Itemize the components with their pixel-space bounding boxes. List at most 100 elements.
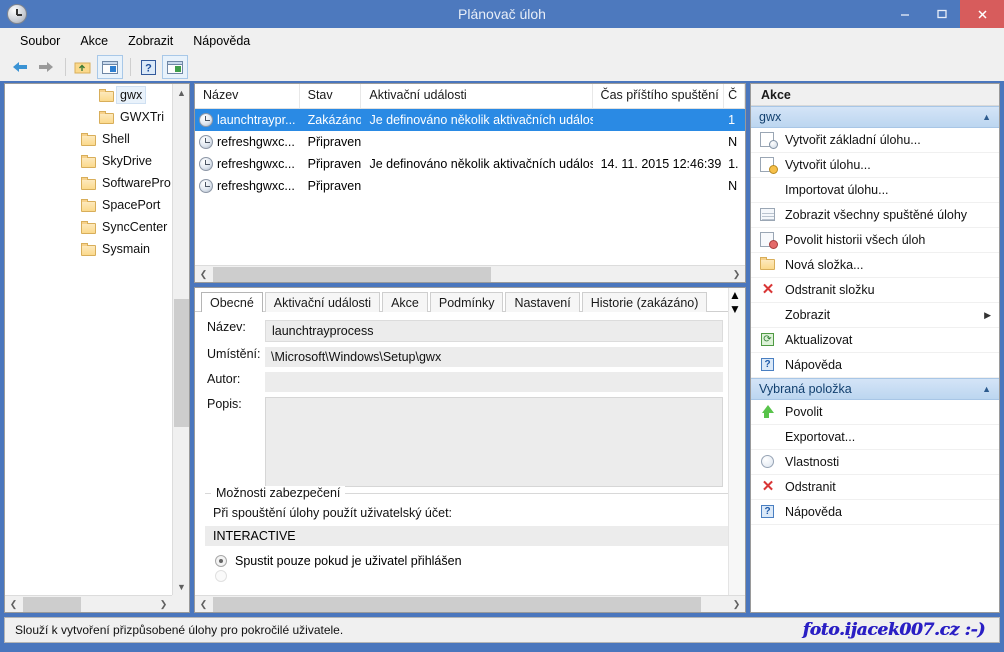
table-row[interactable]: refreshgwxc...PřipravenoN	[195, 175, 745, 197]
actions-group-header-gwx[interactable]: gwx▲	[751, 106, 999, 128]
chevron-up-icon[interactable]: ▲	[982, 112, 991, 122]
cell-last-run: 1.	[724, 157, 745, 171]
tree-hscroll-thumb[interactable]	[23, 597, 81, 612]
tree-horizontal-scrollbar[interactable]: ❮ ❯	[5, 595, 172, 612]
chevron-up-icon[interactable]: ▲	[982, 384, 991, 394]
back-arrow-icon[interactable]	[8, 56, 32, 78]
table-row[interactable]: refreshgwxc...PřipravenoN	[195, 131, 745, 153]
task-scheduler-window: Plánovač úloh Soubor Akce Zobrazit Nápov…	[0, 0, 1004, 652]
forward-arrow-icon[interactable]	[34, 56, 58, 78]
description-value[interactable]	[265, 397, 723, 487]
scroll-right-icon[interactable]: ❯	[155, 596, 172, 613]
action-item-aktualizovat[interactable]: ⟳Aktualizovat	[751, 328, 999, 353]
menu-soubor[interactable]: Soubor	[10, 31, 70, 51]
column-header-state[interactable]: Stav	[300, 84, 362, 108]
radio-run-only-when-logged-on[interactable]: Spustit pouze pokud je uživatel přihláše…	[205, 552, 735, 568]
action-item-importovat-lohu[interactable]: Importovat úlohu...	[751, 178, 999, 203]
cell-triggers: Je definováno několik aktivačních událos…	[361, 113, 592, 127]
tab-akce[interactable]: Akce	[382, 292, 428, 312]
actions-pane: Akce gwx▲Vytvořit základní úlohu...Vytvo…	[750, 83, 1000, 613]
list-hscroll-thumb[interactable]	[213, 267, 491, 282]
task-clock-icon	[199, 179, 213, 193]
detail-scroll-left-icon[interactable]: ❮	[195, 596, 212, 613]
tab-obecn-[interactable]: Obecné	[201, 292, 263, 312]
close-button[interactable]	[960, 0, 1004, 28]
menu-zobrazit[interactable]: Zobrazit	[118, 31, 183, 51]
tree-item-gwx[interactable]: gwx	[5, 84, 172, 106]
action-item-nov-slo-ka[interactable]: Nová složka...	[751, 253, 999, 278]
tab-aktiva-n-ud-losti[interactable]: Aktivační události	[265, 292, 380, 312]
tab-historie-zak-z-no-[interactable]: Historie (zakázáno)	[582, 292, 708, 312]
detail-vertical-scrollbar[interactable]: ▲ ▼	[728, 288, 745, 595]
detail-scroll-up-icon[interactable]: ▲	[729, 288, 745, 302]
detail-scroll-down-icon[interactable]: ▼	[729, 302, 745, 316]
action-item-label: Povolit	[785, 405, 999, 419]
tree-item-spaceport[interactable]: SpacePort	[5, 194, 172, 216]
action-item-label: Vytvořit základní úlohu...	[785, 133, 999, 147]
toolbar: ?	[0, 53, 1004, 81]
column-header-next-run[interactable]: Čas příštího spuštění	[593, 84, 725, 108]
action-item-label: Odstranit	[785, 480, 999, 494]
scroll-up-icon[interactable]: ▲	[173, 84, 190, 101]
cell-last-run: 1	[724, 113, 745, 127]
minimize-button[interactable]	[886, 0, 923, 28]
table-row[interactable]: refreshgwxc...PřipravenoJe definováno ně…	[195, 153, 745, 175]
tab-nastaven-[interactable]: Nastavení	[505, 292, 579, 312]
show-action-pane-icon[interactable]	[162, 55, 188, 79]
show-console-tree-icon[interactable]	[97, 55, 123, 79]
action-item-povolit-historii-v-ech-loh[interactable]: Povolit historii všech úloh	[751, 228, 999, 253]
no-icon	[759, 307, 777, 323]
detail-horizontal-scrollbar[interactable]: ❮ ❯	[195, 595, 745, 612]
tree-vertical-scrollbar[interactable]: ▲ ▼	[172, 84, 189, 595]
menu-napoveda[interactable]: Nápověda	[183, 31, 260, 51]
action-item-vytvo-it-lohu[interactable]: Vytvořit úlohu...	[751, 153, 999, 178]
scroll-left-icon[interactable]: ❮	[5, 596, 22, 613]
tree-item-gwxtri[interactable]: GWXTri	[5, 106, 172, 128]
detail-scroll-right-icon[interactable]: ❯	[728, 596, 745, 613]
list-horizontal-scrollbar[interactable]: ❮ ❯	[195, 265, 745, 282]
status-text: Slouží k vytvoření přizpůsobené úlohy pr…	[15, 623, 803, 637]
name-value[interactable]: launchtrayprocess	[265, 320, 723, 342]
up-folder-icon[interactable]	[71, 56, 95, 78]
tab-podm-nky[interactable]: Podmínky	[430, 292, 504, 312]
action-item-zobrazit[interactable]: Zobrazit▶	[751, 303, 999, 328]
action-item-zobrazit-v-echny-spu-t-n-lohy[interactable]: Zobrazit všechny spuštěné úlohy	[751, 203, 999, 228]
maximize-button[interactable]	[923, 0, 960, 28]
tree-item-softwarepro[interactable]: SoftwarePro	[5, 172, 172, 194]
tree-item-sysmain[interactable]: Sysmain	[5, 238, 172, 260]
general-tab-content: Název: launchtrayprocess Umístění: \Micr…	[195, 312, 745, 582]
description-row: Popis:	[195, 397, 745, 487]
column-header-last-run[interactable]: Č	[724, 84, 745, 108]
list-scroll-right-icon[interactable]: ❯	[728, 266, 745, 283]
actions-group-header-vybran-polo-ka[interactable]: Vybraná položka▲	[751, 378, 999, 400]
detail-hscroll-thumb[interactable]	[213, 597, 701, 612]
name-label: Název:	[195, 320, 265, 334]
toolbar-separator-2	[130, 58, 131, 76]
action-item-povolit[interactable]: Povolit	[751, 400, 999, 425]
toolbar-separator	[65, 58, 66, 76]
action-item-n-pov-da[interactable]: ?Nápověda	[751, 500, 999, 525]
table-row[interactable]: launchtraypr...ZakázánoJe definováno něk…	[195, 109, 745, 131]
action-item-vytvo-it-z-kladn-lohu[interactable]: Vytvořit základní úlohu...	[751, 128, 999, 153]
column-header-name[interactable]: Název	[195, 84, 300, 108]
tree-scroll-thumb[interactable]	[174, 299, 189, 427]
action-item-odstranit-slo-ku[interactable]: ✕Odstranit složku	[751, 278, 999, 303]
menu-akce[interactable]: Akce	[70, 31, 118, 51]
cell-next-run: 14. 11. 2015 12:46:39	[593, 157, 725, 171]
radio-run-whether-logged-on[interactable]	[205, 568, 735, 582]
action-item-odstranit[interactable]: ✕Odstranit	[751, 475, 999, 500]
tree-item-skydrive[interactable]: SkyDrive	[5, 150, 172, 172]
help-icon[interactable]: ?	[136, 56, 160, 78]
create-task-icon	[759, 157, 777, 173]
action-item-exportovat[interactable]: Exportovat...	[751, 425, 999, 450]
tree-item-synccenter[interactable]: SyncCenter	[5, 216, 172, 238]
cell-last-run: N	[724, 135, 745, 149]
tree-item-shell[interactable]: Shell	[5, 128, 172, 150]
column-header-triggers[interactable]: Aktivační události	[361, 84, 592, 108]
action-item-label: Nová složka...	[785, 258, 999, 272]
action-item-n-pov-da[interactable]: ?Nápověda	[751, 353, 999, 378]
scroll-down-icon[interactable]: ▼	[173, 578, 190, 595]
action-item-vlastnosti[interactable]: Vlastnosti	[751, 450, 999, 475]
action-item-label: Nápověda	[785, 505, 999, 519]
list-scroll-left-icon[interactable]: ❮	[195, 266, 212, 283]
